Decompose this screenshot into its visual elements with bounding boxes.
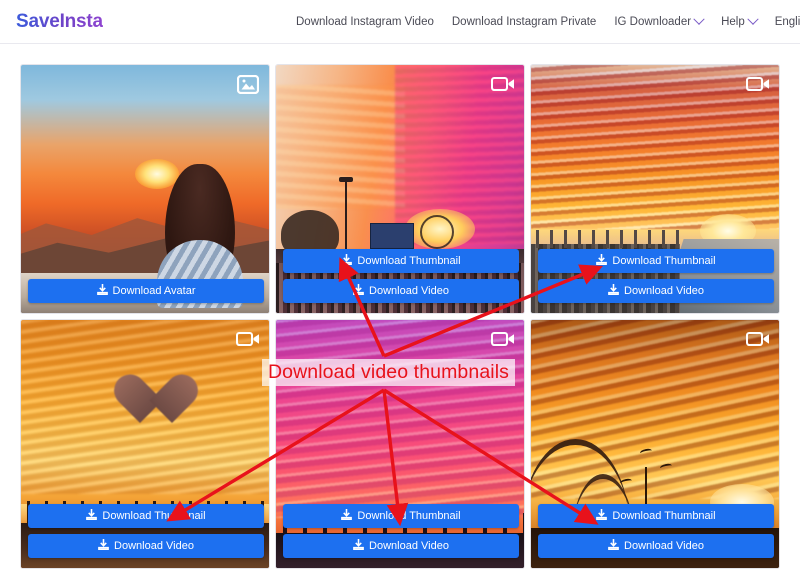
media-card-video-4[interactable]: Download Thumbnail Download Video <box>275 319 525 569</box>
button-label: Download Video <box>369 540 449 552</box>
chevron-down-icon <box>747 13 759 25</box>
download-thumbnail-button[interactable]: Download Thumbnail <box>538 504 774 528</box>
video-camera-icon <box>235 328 261 350</box>
media-thumbnail <box>531 65 779 313</box>
download-icon <box>596 509 608 523</box>
chevron-down-icon <box>693 13 705 25</box>
video-camera-icon <box>745 73 771 95</box>
download-thumbnail-button[interactable]: Download Thumbnail <box>538 249 774 273</box>
download-avatar-button[interactable]: Download Avatar <box>28 279 264 303</box>
media-thumbnail <box>21 65 269 313</box>
button-label: Download Avatar <box>112 285 196 297</box>
download-icon <box>341 509 353 523</box>
media-thumbnail <box>276 65 524 313</box>
button-label: Download Thumbnail <box>357 255 461 267</box>
button-label: Download Video <box>114 540 194 552</box>
nav-item-download-instagram-private[interactable]: Download Instagram Private <box>452 16 596 28</box>
download-video-button[interactable]: Download Video <box>538 279 774 303</box>
media-thumbnail <box>21 320 269 568</box>
media-thumbnail <box>276 320 524 568</box>
nav-label: Help <box>721 16 745 28</box>
video-camera-icon <box>490 328 516 350</box>
download-icon <box>608 284 619 298</box>
button-label: Download Video <box>624 285 704 297</box>
main-nav: Download Instagram Video Download Instag… <box>296 0 800 44</box>
media-card-video-5[interactable]: Download Thumbnail Download Video <box>530 319 780 569</box>
nav-label: IG Downloader <box>614 16 692 28</box>
download-icon <box>353 539 364 553</box>
nav-item-english[interactable]: English <box>775 16 800 28</box>
download-thumbnail-button[interactable]: Download Thumbnail <box>283 504 519 528</box>
download-icon <box>98 539 109 553</box>
download-icon <box>608 539 619 553</box>
site-logo[interactable]: SaveInsta <box>16 11 103 33</box>
image-icon <box>235 73 261 95</box>
video-camera-icon <box>745 328 771 350</box>
download-icon <box>96 284 108 298</box>
page-root: SaveInsta Download Instagram Video Downl… <box>0 0 800 573</box>
button-label: Download Video <box>369 285 449 297</box>
media-card-avatar[interactable]: Download Avatar <box>20 64 270 314</box>
nav-label: Download Instagram Private <box>451 16 597 28</box>
nav-label: Download Instagram Video <box>296 16 434 28</box>
media-thumbnail <box>531 320 779 568</box>
site-header: SaveInsta Download Instagram Video Downl… <box>0 0 800 44</box>
nav-item-ig-downloader[interactable]: IG Downloader <box>614 13 705 28</box>
download-icon <box>86 509 98 523</box>
download-video-button[interactable]: Download Video <box>283 279 519 303</box>
download-video-button[interactable]: Download Video <box>538 534 774 558</box>
download-thumbnail-button[interactable]: Download Thumbnail <box>28 504 264 528</box>
media-card-video-1[interactable]: Download Thumbnail Download Video <box>275 64 525 314</box>
download-video-button[interactable]: Download Video <box>28 534 264 558</box>
download-icon <box>353 284 364 298</box>
button-label: Download Thumbnail <box>102 510 206 522</box>
button-label: Download Thumbnail <box>357 510 461 522</box>
video-camera-icon <box>490 73 516 95</box>
media-card-video-3[interactable]: Download Thumbnail Download Video <box>20 319 270 569</box>
button-label: Download Thumbnail <box>612 255 716 267</box>
nav-label: English <box>774 16 800 28</box>
media-card-video-2[interactable]: Download Thumbnail Download Video <box>530 64 780 314</box>
download-thumbnail-button[interactable]: Download Thumbnail <box>283 249 519 273</box>
download-icon <box>596 254 608 268</box>
download-icon <box>341 254 353 268</box>
button-label: Download Thumbnail <box>612 510 716 522</box>
nav-item-help[interactable]: Help <box>721 13 759 28</box>
nav-item-download-instagram-video[interactable]: Download Instagram Video <box>296 16 434 28</box>
results-grid: Download Avatar Download Thumbnail Downl… <box>20 64 780 569</box>
download-video-button[interactable]: Download Video <box>283 534 519 558</box>
button-label: Download Video <box>624 540 704 552</box>
